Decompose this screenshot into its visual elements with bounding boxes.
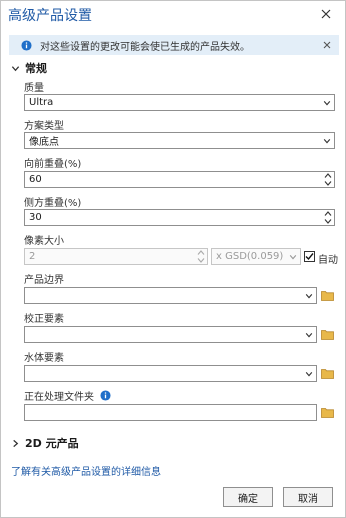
scheme-type-value: 像底点 xyxy=(29,137,59,148)
scheme-type-select[interactable]: 像底点 xyxy=(24,132,335,149)
chevron-down-icon xyxy=(305,294,313,299)
side-overlap-value: 30 xyxy=(29,212,42,223)
chevron-down-icon xyxy=(305,333,313,338)
auto-checkbox[interactable] xyxy=(304,251,315,262)
side-overlap-input[interactable]: 30 xyxy=(24,209,335,226)
pixel-size-spinner[interactable] xyxy=(197,250,205,263)
product-boundary-select[interactable] xyxy=(24,287,317,304)
folder-icon[interactable] xyxy=(321,290,334,301)
forward-overlap-label: 向前重叠(%) xyxy=(24,159,82,170)
chevron-down-icon[interactable] xyxy=(324,181,332,186)
gsd-select[interactable]: x GSD(0.059) xyxy=(211,248,301,265)
close-button[interactable] xyxy=(317,5,335,23)
learn-more-link[interactable]: 了解有关高级产品设置的详细信息 xyxy=(11,463,161,478)
quality-value: Ultra xyxy=(29,97,54,108)
chevron-up-icon[interactable] xyxy=(324,211,332,216)
processing-folder-label-row: 正在处理文件夹 xyxy=(24,388,111,403)
close-icon xyxy=(321,9,331,19)
folder-icon[interactable] xyxy=(321,329,334,340)
banner-dismiss-button[interactable] xyxy=(321,39,333,51)
pixel-size-label: 像素大小 xyxy=(24,236,64,247)
correction-features-label: 校正要素 xyxy=(24,314,64,325)
info-banner: 对这些设置的更改可能会使已生成的产品失效。 xyxy=(9,35,339,55)
chevron-down-icon xyxy=(323,139,331,144)
pixel-size-input[interactable]: 2 xyxy=(24,248,208,265)
section-general-header[interactable]: 常规 xyxy=(11,60,47,76)
forward-overlap-input[interactable]: 60 xyxy=(24,171,335,188)
processing-folder-label: 正在处理文件夹 xyxy=(24,392,94,403)
chevron-right-icon xyxy=(13,439,19,447)
ok-button[interactable]: 确定 xyxy=(223,487,273,507)
folder-icon[interactable] xyxy=(321,407,334,418)
dialog-title: 高级产品设置 xyxy=(8,8,92,24)
pixel-size-value: 2 xyxy=(29,251,36,262)
close-icon xyxy=(323,41,331,49)
forward-overlap-spinner[interactable] xyxy=(324,173,332,186)
scheme-type-label: 方案类型 xyxy=(24,121,64,132)
chevron-up-icon[interactable] xyxy=(324,173,332,178)
section-general-title: 常规 xyxy=(25,62,47,75)
chevron-down-icon xyxy=(323,101,331,106)
water-features-label: 水体要素 xyxy=(24,353,64,364)
chevron-down-icon xyxy=(11,65,20,71)
chevron-down-icon[interactable] xyxy=(197,258,205,263)
processing-folder-input[interactable] xyxy=(24,404,317,421)
cancel-button[interactable]: 取消 xyxy=(283,487,333,507)
chevron-down-icon xyxy=(289,255,297,260)
info-icon xyxy=(21,39,32,51)
chevron-up-icon[interactable] xyxy=(197,250,205,255)
quality-label: 质量 xyxy=(24,83,44,94)
banner-message: 对这些设置的更改可能会使已生成的产品失效。 xyxy=(40,41,250,53)
info-icon[interactable] xyxy=(100,390,111,401)
section-2d-products-header[interactable]: 2D 元产品 xyxy=(11,435,79,451)
advanced-product-settings-dialog: 高级产品设置 对这些设置的更改可能会使已生成的产品失效。 常规 质量 Ultra xyxy=(0,0,346,518)
gsd-value: x GSD(0.059) xyxy=(216,251,284,262)
forward-overlap-value: 60 xyxy=(29,174,42,185)
checkmark-icon xyxy=(305,253,314,261)
side-overlap-spinner[interactable] xyxy=(324,211,332,224)
product-boundary-label: 产品边界 xyxy=(24,275,64,286)
side-overlap-label: 侧方重叠(%) xyxy=(24,198,82,209)
water-features-select[interactable] xyxy=(24,365,317,382)
auto-label: 自动 xyxy=(318,255,338,266)
section-2d-products-title: 2D 元产品 xyxy=(25,437,79,450)
chevron-down-icon xyxy=(305,372,313,377)
chevron-down-icon[interactable] xyxy=(324,219,332,224)
folder-icon[interactable] xyxy=(321,368,334,379)
correction-features-select[interactable] xyxy=(24,326,317,343)
quality-select[interactable]: Ultra xyxy=(24,94,335,111)
